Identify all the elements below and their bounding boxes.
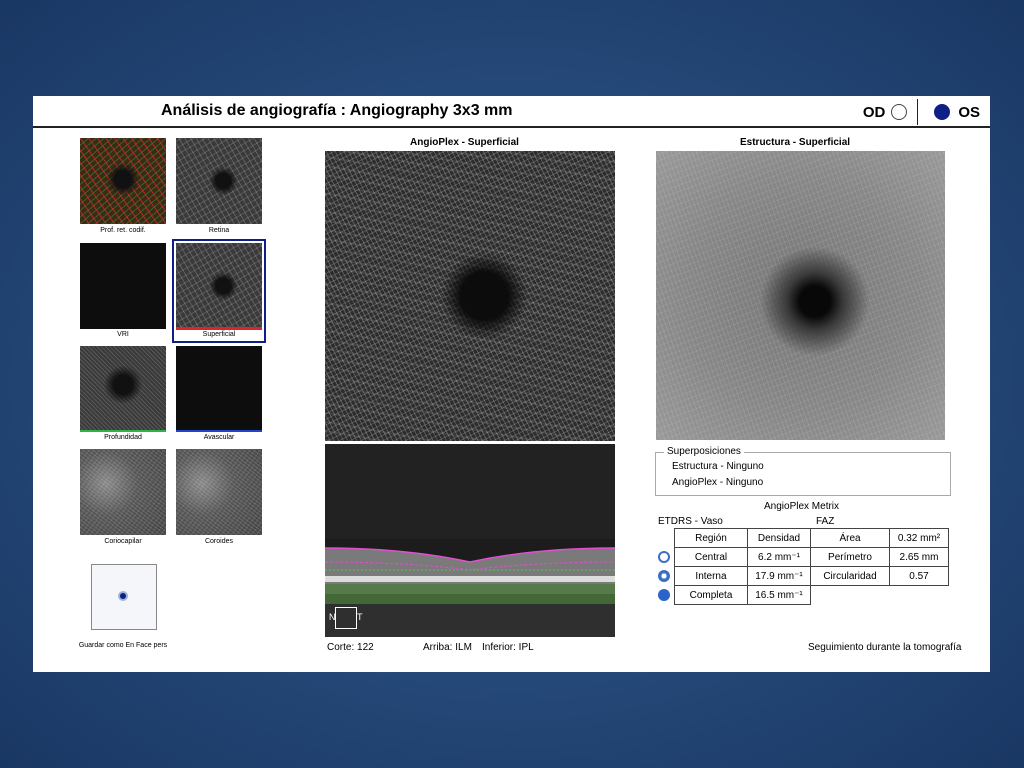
metrix-title: AngioPlex Metrix [764, 501, 840, 512]
thumb-label: Superficial [202, 331, 236, 338]
etdrs-header-region: Región [674, 528, 748, 548]
temporal-label: T [357, 612, 363, 622]
structure-panel-title: Estructura - Superficial [740, 137, 851, 148]
lower-boundary-label[interactable]: Inferior: IPL [482, 642, 534, 653]
table-row: Circularidad 0.57 [810, 566, 949, 586]
etdrs-region: Central [674, 547, 748, 567]
thumb-vri[interactable] [80, 243, 166, 329]
thumb-label: Prof. ret. codif. [100, 227, 146, 234]
angioplex-superficial-image[interactable] [325, 151, 615, 441]
table-row: Central 6.2 mm⁻¹ [674, 547, 811, 567]
etdrs-table: Región Densidad Central 6.2 mm⁻¹ Interna… [674, 528, 811, 605]
thumb-retina[interactable] [176, 138, 262, 224]
etdrs-value: 16.5 mm⁻¹ [747, 585, 811, 605]
divider [917, 99, 919, 125]
thumb-label: Profundidad [104, 434, 142, 441]
title-bar: Análisis de angiografía : Angiography 3x… [33, 96, 990, 128]
orientation-box [335, 607, 357, 629]
page-title: Análisis de angiografía : Angiography 3x… [161, 102, 513, 119]
eye-os-label: OS [958, 103, 980, 121]
thumb-label: Coroides [204, 538, 233, 545]
thumb-prof-ret-codif[interactable] [80, 138, 166, 224]
overlays-group: Superposiciones Estructura - Ninguno Ang… [655, 446, 951, 496]
etdrs-region: Interna [674, 566, 748, 586]
thumb-coroides[interactable] [176, 449, 262, 535]
etdrs-header-density: Densidad [747, 528, 811, 548]
profundidad-color-bar [80, 430, 166, 432]
faz-name: Área [810, 528, 890, 548]
thumb-label: Avascular [203, 434, 235, 441]
bscan-layers [325, 444, 615, 637]
etdrs-value: 6.2 mm⁻¹ [747, 547, 811, 567]
avascular-color-bar [176, 430, 262, 432]
structure-superficial-image[interactable] [656, 151, 945, 440]
inner-region-icon [658, 570, 670, 582]
etdrs-label: ETDRS - Vaso [658, 516, 723, 527]
table-row: Perímetro 2.65 mm [810, 547, 949, 567]
faz-name: Circularidad [810, 566, 890, 586]
bscan-image[interactable]: N T [325, 444, 615, 637]
eye-os-radio[interactable] [934, 104, 951, 120]
eye-od-radio[interactable] [891, 104, 908, 120]
table-row: Interna 17.9 mm⁻¹ [674, 566, 811, 586]
faz-value: 2.65 mm [889, 547, 949, 567]
etdrs-value: 17.9 mm⁻¹ [747, 566, 811, 586]
angio-panel-title: AngioPlex - Superficial [410, 137, 519, 148]
save-enface-button[interactable] [91, 564, 157, 630]
etdrs-region: Completa [674, 585, 748, 605]
table-row: Completa 16.5 mm⁻¹ [674, 585, 811, 605]
central-region-icon [658, 551, 670, 563]
faz-value: 0.32 mm² [889, 528, 949, 548]
faz-value: 0.57 [889, 566, 949, 586]
table-row: Región Densidad [674, 528, 811, 548]
eye-selector: OD OS [862, 99, 980, 125]
upper-boundary-label[interactable]: Arriba: ILM [423, 642, 472, 653]
slice-label: Corte: 122 [327, 642, 374, 653]
overlay-angioplex[interactable]: AngioPlex - Ninguno [672, 477, 763, 488]
save-enface-label: Guardar como En Face pers [78, 642, 168, 649]
faz-label: FAZ [816, 516, 835, 527]
target-icon [118, 591, 128, 601]
table-row: Área 0.32 mm² [810, 528, 949, 548]
thumb-coriocapilar[interactable] [80, 449, 166, 535]
analysis-panel: Análisis de angiografía : Angiography 3x… [33, 96, 990, 672]
tracking-status: Seguimiento durante la tomografía [808, 642, 962, 653]
eye-od-label: OD [862, 103, 886, 121]
faz-table: Área 0.32 mm² Perímetro 2.65 mm Circular… [810, 528, 949, 586]
thumb-avascular[interactable] [176, 346, 262, 432]
full-region-icon [658, 589, 670, 601]
thumb-superficial[interactable] [176, 243, 262, 329]
superficial-color-bar [176, 327, 262, 330]
overlays-title: Superposiciones [664, 446, 744, 457]
overlay-structure[interactable]: Estructura - Ninguno [672, 461, 764, 472]
thumb-label: Coriocapilar [104, 538, 142, 545]
nasal-label: N [329, 612, 336, 622]
thumb-label: VRI [117, 331, 129, 338]
thumb-label: Retina [208, 227, 230, 234]
thumb-profundidad[interactable] [80, 346, 166, 432]
faz-name: Perímetro [810, 547, 890, 567]
